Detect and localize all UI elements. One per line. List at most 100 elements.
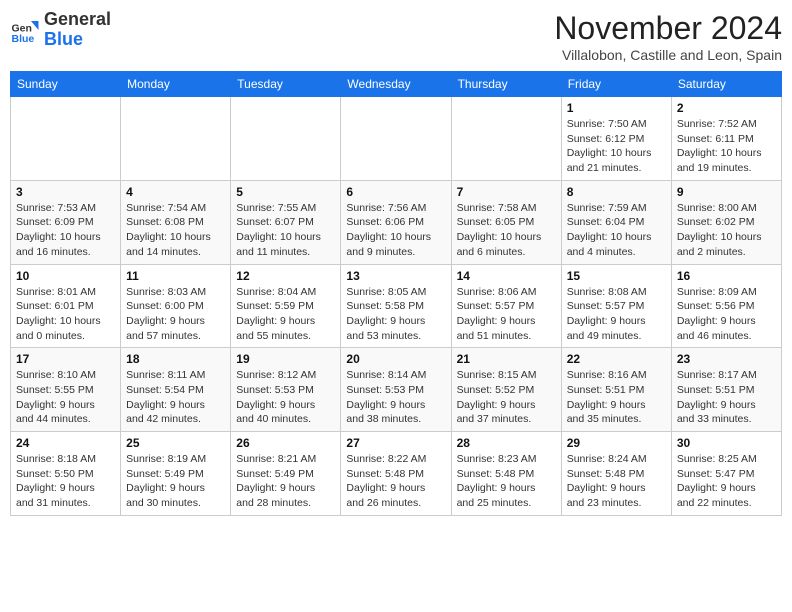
day-number: 12 xyxy=(236,269,335,283)
calendar-cell: 8 Sunrise: 7:59 AM Sunset: 6:04 PM Daylig… xyxy=(561,180,671,264)
calendar-cell: 19 Sunrise: 8:12 AM Sunset: 5:53 PM Dayli… xyxy=(231,348,341,432)
calendar-cell: 22 Sunrise: 8:16 AM Sunset: 5:51 PM Dayli… xyxy=(561,348,671,432)
calendar-cell: 4Sunrise: 7:54 AM Sunset: 6:08 PM Daylig… xyxy=(121,180,231,264)
location-subtitle: Villalobon, Castille and Leon, Spain xyxy=(554,47,782,63)
day-number: 19 xyxy=(236,352,335,366)
calendar-cell: 12 Sunrise: 8:04 AM Sunset: 5:59 PM Dayli… xyxy=(231,264,341,348)
day-number: 8 xyxy=(567,185,666,199)
day-number: 1 xyxy=(567,101,666,115)
day-info: Sunrise: 8:14 AM Sunset: 5:53 PM Dayligh… xyxy=(346,368,445,427)
day-info: Sunrise: 8:10 AM Sunset: 5:55 PM Dayligh… xyxy=(16,368,115,427)
day-info: Sunrise: 8:00 AM Sunset: 6:02 PM Dayligh… xyxy=(677,201,776,260)
calendar-cell xyxy=(121,97,231,181)
calendar-cell: 6 Sunrise: 7:56 AM Sunset: 6:06 PM Daylig… xyxy=(341,180,451,264)
calendar-table: SundayMondayTuesdayWednesdayThursdayFrid… xyxy=(10,71,782,516)
logo-text: General Blue xyxy=(44,10,111,50)
day-number: 24 xyxy=(16,436,115,450)
header-day-tuesday: Tuesday xyxy=(231,72,341,97)
header-day-thursday: Thursday xyxy=(451,72,561,97)
calendar-cell: 29 Sunrise: 8:24 AM Sunset: 5:48 PM Dayli… xyxy=(561,432,671,516)
calendar-week-2: 3Sunrise: 7:53 AM Sunset: 6:09 PM Daylig… xyxy=(11,180,782,264)
day-info: Sunrise: 7:56 AM Sunset: 6:06 PM Dayligh… xyxy=(346,201,445,260)
calendar-cell: 24 Sunrise: 8:18 AM Sunset: 5:50 PM Dayli… xyxy=(11,432,121,516)
day-number: 21 xyxy=(457,352,556,366)
calendar-cell xyxy=(11,97,121,181)
day-info: Sunrise: 8:16 AM Sunset: 5:51 PM Dayligh… xyxy=(567,368,666,427)
day-number: 6 xyxy=(346,185,445,199)
calendar-cell: 7Sunrise: 7:58 AM Sunset: 6:05 PM Daylig… xyxy=(451,180,561,264)
day-number: 13 xyxy=(346,269,445,283)
day-number: 25 xyxy=(126,436,225,450)
day-info: Sunrise: 8:12 AM Sunset: 5:53 PM Dayligh… xyxy=(236,368,335,427)
day-info: Sunrise: 7:53 AM Sunset: 6:09 PM Dayligh… xyxy=(16,201,115,260)
day-info: Sunrise: 8:11 AM Sunset: 5:54 PM Dayligh… xyxy=(126,368,225,427)
calendar-cell: 18Sunrise: 8:11 AM Sunset: 5:54 PM Dayli… xyxy=(121,348,231,432)
day-info: Sunrise: 8:21 AM Sunset: 5:49 PM Dayligh… xyxy=(236,452,335,511)
calendar-cell: 23 Sunrise: 8:17 AM Sunset: 5:51 PM Dayli… xyxy=(671,348,781,432)
calendar-cell: 11Sunrise: 8:03 AM Sunset: 6:00 PM Dayli… xyxy=(121,264,231,348)
month-title: November 2024 xyxy=(554,10,782,47)
day-number: 4 xyxy=(126,185,225,199)
day-number: 20 xyxy=(346,352,445,366)
day-number: 27 xyxy=(346,436,445,450)
day-number: 9 xyxy=(677,185,776,199)
calendar-cell: 1 Sunrise: 7:50 AM Sunset: 6:12 PM Daylig… xyxy=(561,97,671,181)
calendar-cell: 10 Sunrise: 8:01 AM Sunset: 6:01 PM Dayli… xyxy=(11,264,121,348)
header-day-sunday: Sunday xyxy=(11,72,121,97)
day-info: Sunrise: 8:24 AM Sunset: 5:48 PM Dayligh… xyxy=(567,452,666,511)
day-info: Sunrise: 8:04 AM Sunset: 5:59 PM Dayligh… xyxy=(236,285,335,344)
day-number: 29 xyxy=(567,436,666,450)
calendar-week-1: 1 Sunrise: 7:50 AM Sunset: 6:12 PM Daylig… xyxy=(11,97,782,181)
calendar-cell xyxy=(231,97,341,181)
header-day-saturday: Saturday xyxy=(671,72,781,97)
calendar-cell xyxy=(341,97,451,181)
header-day-friday: Friday xyxy=(561,72,671,97)
logo-icon: Gen Blue xyxy=(10,15,40,45)
day-number: 15 xyxy=(567,269,666,283)
day-number: 14 xyxy=(457,269,556,283)
day-info: Sunrise: 8:23 AM Sunset: 5:48 PM Dayligh… xyxy=(457,452,556,511)
calendar-cell: 30 Sunrise: 8:25 AM Sunset: 5:47 PM Dayli… xyxy=(671,432,781,516)
calendar-cell: 13 Sunrise: 8:05 AM Sunset: 5:58 PM Dayli… xyxy=(341,264,451,348)
calendar-cell: 5Sunrise: 7:55 AM Sunset: 6:07 PM Daylig… xyxy=(231,180,341,264)
day-number: 7 xyxy=(457,185,556,199)
day-number: 28 xyxy=(457,436,556,450)
day-info: Sunrise: 8:03 AM Sunset: 6:00 PM Dayligh… xyxy=(126,285,225,344)
day-info: Sunrise: 8:22 AM Sunset: 5:48 PM Dayligh… xyxy=(346,452,445,511)
day-info: Sunrise: 8:05 AM Sunset: 5:58 PM Dayligh… xyxy=(346,285,445,344)
day-info: Sunrise: 8:19 AM Sunset: 5:49 PM Dayligh… xyxy=(126,452,225,511)
calendar-cell: 26Sunrise: 8:21 AM Sunset: 5:49 PM Dayli… xyxy=(231,432,341,516)
day-info: Sunrise: 8:15 AM Sunset: 5:52 PM Dayligh… xyxy=(457,368,556,427)
calendar-body: 1 Sunrise: 7:50 AM Sunset: 6:12 PM Daylig… xyxy=(11,97,782,516)
day-number: 30 xyxy=(677,436,776,450)
day-info: Sunrise: 7:52 AM Sunset: 6:11 PM Dayligh… xyxy=(677,117,776,176)
day-number: 10 xyxy=(16,269,115,283)
header-day-wednesday: Wednesday xyxy=(341,72,451,97)
day-info: Sunrise: 8:01 AM Sunset: 6:01 PM Dayligh… xyxy=(16,285,115,344)
calendar-cell: 14 Sunrise: 8:06 AM Sunset: 5:57 PM Dayli… xyxy=(451,264,561,348)
day-info: Sunrise: 8:25 AM Sunset: 5:47 PM Dayligh… xyxy=(677,452,776,511)
calendar-cell: 25 Sunrise: 8:19 AM Sunset: 5:49 PM Dayli… xyxy=(121,432,231,516)
calendar-cell: 27 Sunrise: 8:22 AM Sunset: 5:48 PM Dayli… xyxy=(341,432,451,516)
calendar-cell: 3Sunrise: 7:53 AM Sunset: 6:09 PM Daylig… xyxy=(11,180,121,264)
calendar-cell: 9 Sunrise: 8:00 AM Sunset: 6:02 PM Daylig… xyxy=(671,180,781,264)
calendar-cell: 15 Sunrise: 8:08 AM Sunset: 5:57 PM Dayli… xyxy=(561,264,671,348)
header-day-monday: Monday xyxy=(121,72,231,97)
calendar-week-5: 24 Sunrise: 8:18 AM Sunset: 5:50 PM Dayli… xyxy=(11,432,782,516)
day-info: Sunrise: 8:17 AM Sunset: 5:51 PM Dayligh… xyxy=(677,368,776,427)
day-info: Sunrise: 7:59 AM Sunset: 6:04 PM Dayligh… xyxy=(567,201,666,260)
day-info: Sunrise: 8:18 AM Sunset: 5:50 PM Dayligh… xyxy=(16,452,115,511)
day-number: 23 xyxy=(677,352,776,366)
day-info: Sunrise: 7:50 AM Sunset: 6:12 PM Dayligh… xyxy=(567,117,666,176)
day-number: 22 xyxy=(567,352,666,366)
day-info: Sunrise: 8:06 AM Sunset: 5:57 PM Dayligh… xyxy=(457,285,556,344)
day-info: Sunrise: 8:08 AM Sunset: 5:57 PM Dayligh… xyxy=(567,285,666,344)
calendar-cell: 21 Sunrise: 8:15 AM Sunset: 5:52 PM Dayli… xyxy=(451,348,561,432)
calendar-cell: 28 Sunrise: 8:23 AM Sunset: 5:48 PM Dayli… xyxy=(451,432,561,516)
day-number: 16 xyxy=(677,269,776,283)
day-info: Sunrise: 8:09 AM Sunset: 5:56 PM Dayligh… xyxy=(677,285,776,344)
calendar-cell: 17Sunrise: 8:10 AM Sunset: 5:55 PM Dayli… xyxy=(11,348,121,432)
title-block: November 2024 Villalobon, Castille and L… xyxy=(554,10,782,63)
day-info: Sunrise: 7:55 AM Sunset: 6:07 PM Dayligh… xyxy=(236,201,335,260)
calendar-cell xyxy=(451,97,561,181)
